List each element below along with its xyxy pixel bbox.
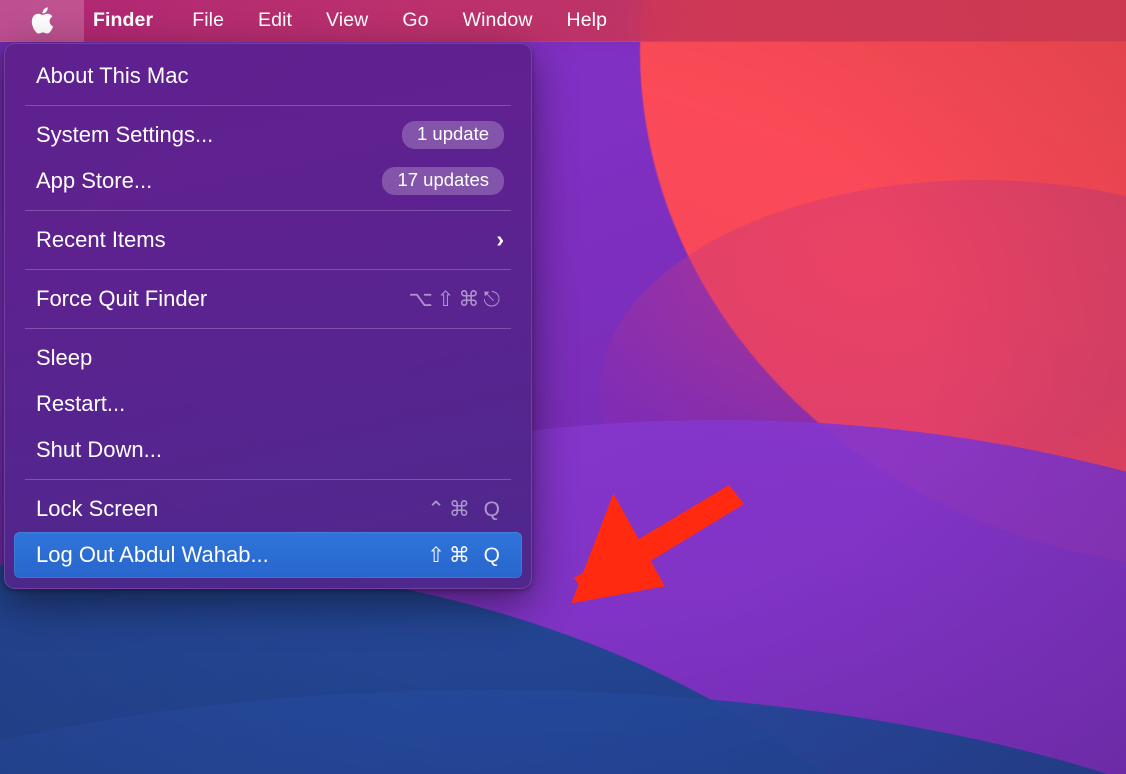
menu-item-shut-down[interactable]: Shut Down... — [14, 427, 522, 473]
update-count-badge: 1 update — [401, 121, 504, 149]
menu-item-system-settings[interactable]: System Settings... 1 update — [14, 112, 522, 158]
macos-desktop-screen: Finder File Edit View Go Window Help Abo… — [0, 0, 1126, 774]
menubar-item-view[interactable]: View — [309, 0, 385, 42]
menu-item-label: App Store... — [36, 168, 153, 193]
apple-dropdown-menu: About This Mac System Settings... 1 update… — [4, 43, 532, 589]
separator-2 — [25, 210, 511, 211]
menu-item-label: Lock Screen — [36, 496, 159, 521]
separator-1 — [25, 105, 511, 106]
apple-logo-icon — [31, 7, 54, 34]
menu-item-log-out[interactable]: Log Out Abdul Wahab... ⇧⌘ Q — [14, 532, 522, 578]
menu-item-label: Restart... — [36, 391, 126, 416]
keyboard-shortcut: ⌃⌘ Q — [427, 497, 504, 521]
menu-item-label: Shut Down... — [36, 437, 162, 462]
separator-4 — [25, 328, 511, 329]
menu-item-about-this-mac[interactable]: About This Mac — [14, 53, 522, 99]
menu-item-label: Log Out Abdul Wahab... — [36, 542, 269, 567]
apple-menu-button[interactable] — [0, 0, 84, 42]
menubar-item-go[interactable]: Go — [385, 0, 445, 42]
menu-item-label: System Settings... — [36, 122, 214, 147]
menu-item-lock-screen[interactable]: Lock Screen ⌃⌘ Q — [14, 486, 522, 532]
menu-item-label: Sleep — [36, 345, 93, 370]
chevron-right-icon: › — [496, 225, 504, 252]
menubar-item-file[interactable]: File — [175, 0, 241, 42]
update-count-badge: 17 updates — [382, 167, 504, 195]
menu-item-label: Force Quit Finder — [36, 286, 208, 311]
menu-item-force-quit-finder[interactable]: Force Quit Finder ⌥⇧⌘⎋ — [14, 276, 522, 322]
separator-5 — [25, 479, 511, 480]
menu-item-app-store[interactable]: App Store... 17 updates — [14, 158, 522, 204]
keyboard-shortcut: ⇧⌘ Q — [427, 543, 504, 567]
separator-3 — [25, 269, 511, 270]
menubar-item-finder[interactable]: Finder — [84, 0, 175, 42]
menubar-item-edit[interactable]: Edit — [241, 0, 309, 42]
menu-item-restart[interactable]: Restart... — [14, 381, 522, 427]
keyboard-shortcut: ⌥⇧⌘⎋ — [408, 287, 504, 311]
menu-bar: Finder File Edit View Go Window Help — [0, 0, 1126, 42]
menu-item-recent-items[interactable]: Recent Items › — [14, 217, 522, 263]
menu-item-sleep[interactable]: Sleep — [14, 335, 522, 381]
menu-item-label: About This Mac — [36, 63, 189, 88]
menubar-item-window[interactable]: Window — [446, 0, 550, 42]
menu-item-label: Recent Items — [36, 227, 166, 252]
menubar-item-help[interactable]: Help — [550, 0, 625, 42]
